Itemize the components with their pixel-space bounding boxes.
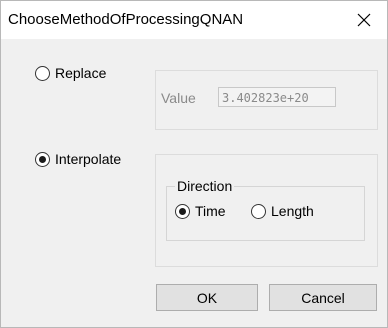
- direction-group-label: Direction: [175, 178, 235, 194]
- direction-length-radio[interactable]: Length: [251, 203, 314, 219]
- window-title: ChooseMethodOfProcessingQNAN: [8, 11, 244, 28]
- close-icon: [357, 13, 371, 27]
- time-label: Time: [195, 203, 226, 219]
- cancel-button[interactable]: Cancel: [269, 284, 377, 311]
- replace-radio-circle[interactable]: [35, 65, 50, 81]
- title-bar[interactable]: ChooseMethodOfProcessingQNAN: [1, 1, 387, 39]
- interpolate-panel: Direction Time Length: [155, 154, 378, 267]
- value-label: Value: [161, 90, 196, 106]
- interpolate-label: Interpolate: [55, 151, 122, 167]
- interpolate-radio[interactable]: Interpolate: [35, 151, 121, 167]
- close-button[interactable]: [341, 1, 387, 39]
- replace-radio[interactable]: Replace: [35, 65, 106, 81]
- dialog-client-area: Replace Value 3.402823e+20 Interpolate D…: [1, 39, 387, 327]
- time-radio-circle[interactable]: [175, 203, 190, 219]
- dialog-window: ChooseMethodOfProcessingQNAN Replace Val…: [0, 0, 388, 328]
- length-radio-circle[interactable]: [251, 203, 266, 219]
- value-field[interactable]: 3.402823e+20: [218, 87, 336, 107]
- direction-groupbox: Direction Time Length: [166, 178, 365, 241]
- length-label: Length: [271, 203, 314, 219]
- interpolate-radio-circle[interactable]: [35, 151, 50, 167]
- replace-label: Replace: [55, 65, 107, 81]
- direction-time-radio[interactable]: Time: [175, 203, 226, 219]
- ok-button[interactable]: OK: [156, 284, 258, 311]
- replace-value-panel: Value 3.402823e+20: [155, 70, 378, 130]
